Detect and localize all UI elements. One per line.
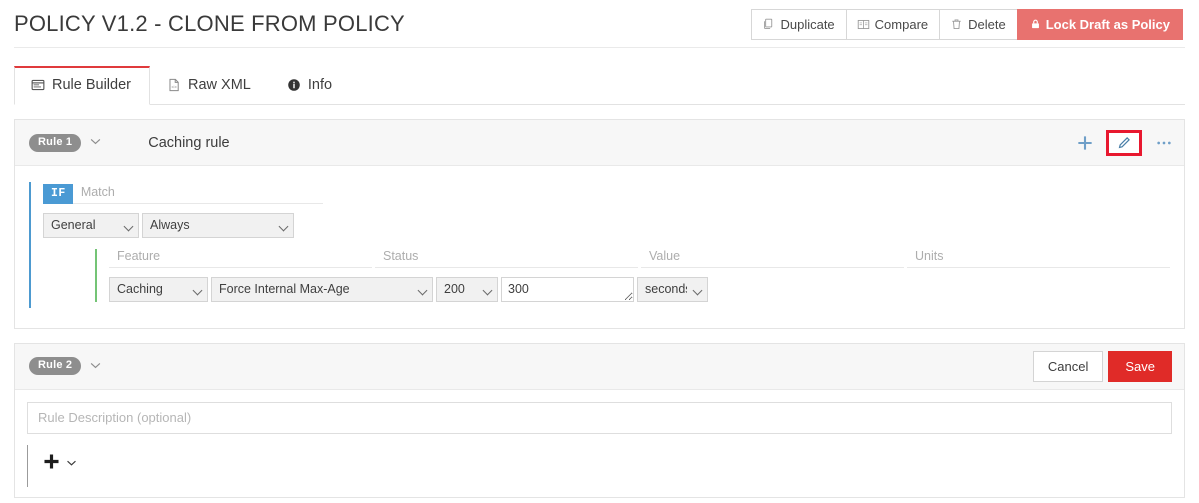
action-fields-row: Caching Force Internal Max-Age 200 300 s… — [109, 276, 1170, 302]
feature-group-select-wrap: Caching — [109, 276, 208, 302]
status-label: Status — [375, 249, 638, 268]
tab-info[interactable]: Info — [270, 66, 351, 105]
action-block: Feature Status Value Units Caching Force… — [95, 248, 1170, 302]
rule-2-body — [15, 390, 1184, 497]
copy-icon — [762, 18, 775, 31]
lock-draft-as-policy-button[interactable]: Lock Draft as Policy — [1016, 8, 1183, 40]
rule-1-header: Rule 1 Caching rule — [15, 120, 1184, 166]
tab-bar: Rule Builder <> Raw XML Info — [14, 62, 1185, 105]
save-button[interactable]: Save — [1108, 350, 1172, 382]
rule-2-collapse-chevron-down-icon[interactable] — [90, 361, 101, 372]
compare-button[interactable]: Compare — [845, 8, 941, 40]
compare-label: Compare — [874, 16, 929, 32]
status-select[interactable]: 200 — [436, 276, 498, 302]
delete-button[interactable]: Delete — [939, 8, 1018, 40]
if-row: IF Match — [43, 184, 1170, 204]
feature-name-select[interactable]: Force Internal Max-Age — [211, 276, 433, 302]
rule-description-input[interactable] — [27, 401, 1172, 434]
trash-icon — [950, 18, 963, 31]
status-select-wrap: 200 — [436, 276, 498, 302]
tab-rule-builder-label: Rule Builder — [52, 77, 131, 93]
tab-raw-xml-label: Raw XML — [188, 77, 251, 93]
value-input[interactable]: 300 — [501, 276, 634, 302]
tab-rule-builder[interactable]: Rule Builder — [14, 66, 150, 105]
rule-card-1: Rule 1 Caching rule IF Match General Alw… — [14, 119, 1185, 329]
plus-move-icon[interactable] — [1078, 135, 1092, 150]
header-actions: Duplicate Compare Delete Lock Draft as P… — [751, 8, 1183, 40]
tab-info-label: Info — [307, 77, 333, 93]
condition-category-select-wrap: General — [43, 212, 139, 238]
rule-card-2: Rule 2 Cancel Save — [14, 342, 1185, 498]
rule-2-add-zone — [27, 444, 1172, 487]
page-header: POLICY V1.2 - CLONE FROM POLICY Duplicat… — [0, 0, 1199, 48]
rule-2-header-actions: Cancel Save — [1032, 350, 1172, 382]
match-label: Match — [72, 185, 323, 204]
condition-operator-select[interactable]: Always — [142, 212, 294, 238]
condition-category-select[interactable]: General — [43, 212, 139, 238]
lock-draft-label: Lock Draft as Policy — [1045, 16, 1170, 32]
units-select[interactable]: seconds — [637, 276, 708, 302]
delete-label: Delete — [968, 16, 1006, 32]
duplicate-label: Duplicate — [780, 16, 835, 32]
feature-group-select[interactable]: Caching — [109, 276, 208, 302]
window-icon — [31, 78, 45, 92]
action-labels-row: Feature Status Value Units — [109, 249, 1170, 268]
if-badge: IF — [43, 184, 73, 204]
value-label: Value — [641, 249, 904, 268]
condition-selects-row: General Always — [43, 212, 1170, 238]
info-icon — [287, 78, 301, 92]
pencil-icon[interactable] — [1117, 136, 1131, 150]
condition-block: IF Match General Always Feature Status V… — [29, 182, 1170, 308]
feature-label: Feature — [109, 249, 372, 268]
add-condition-plus-icon[interactable] — [43, 453, 60, 474]
xml-file-icon: <> — [167, 78, 181, 92]
rule-2-badge[interactable]: Rule 2 — [29, 357, 82, 375]
compare-icon — [857, 18, 870, 31]
ellipsis-icon[interactable] — [1156, 140, 1172, 146]
rule-1-header-actions — [1078, 129, 1172, 156]
units-select-wrap: seconds — [637, 276, 708, 302]
rule-1-badge[interactable]: Rule 1 — [29, 133, 82, 152]
header-divider — [14, 47, 1185, 48]
units-label: Units — [907, 249, 1170, 268]
page-title: POLICY V1.2 - CLONE FROM POLICY — [14, 11, 405, 36]
tab-raw-xml[interactable]: <> Raw XML — [150, 66, 270, 105]
rule-1-body: IF Match General Always Feature Status V… — [15, 166, 1184, 328]
svg-text:<>: <> — [171, 85, 177, 91]
cancel-button[interactable]: Cancel — [1032, 350, 1104, 382]
rule-1-collapse-chevron-down-icon[interactable] — [90, 137, 101, 148]
rule-2-header: Rule 2 Cancel Save — [15, 343, 1184, 390]
rule-1-edit-button-highlight[interactable] — [1106, 129, 1142, 156]
lock-icon — [1030, 18, 1041, 30]
feature-name-select-wrap: Force Internal Max-Age — [211, 276, 433, 302]
condition-operator-select-wrap: Always — [142, 212, 294, 238]
rule-1-title: Caching rule — [148, 134, 230, 151]
duplicate-button[interactable]: Duplicate — [751, 8, 847, 40]
add-condition-caret-down-icon[interactable] — [67, 459, 76, 468]
